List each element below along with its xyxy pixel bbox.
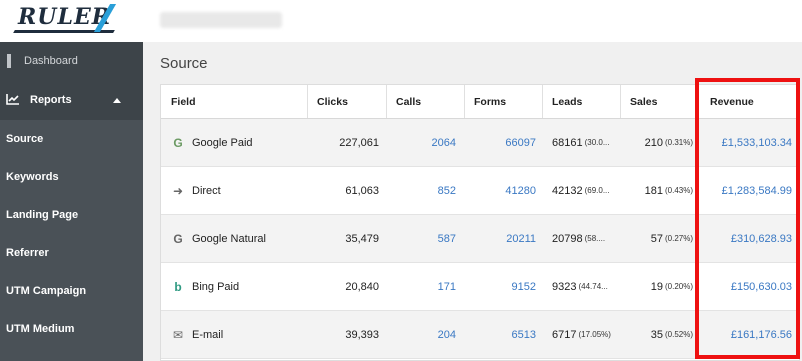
sidebar-item-utm-campaign[interactable]: UTM Campaign [0, 272, 143, 310]
clicks-cell: 39,393 [345, 328, 379, 341]
field-name: Direct [192, 184, 221, 197]
column-header-calls[interactable]: Calls [396, 85, 421, 118]
sales-percent: (0.43%) [664, 186, 693, 195]
leads-value: 9323 [552, 280, 577, 293]
field-name: E-mail [192, 328, 224, 341]
chevron-up-icon [113, 98, 121, 103]
field-name: Google Natural [192, 232, 266, 245]
sidebar-item-label: Referrer [6, 247, 49, 259]
sales-cell: 19 (0.20%) [620, 263, 693, 310]
sales-percent: (0.31%) [664, 138, 693, 147]
calls-link[interactable]: 171 [386, 263, 456, 310]
sales-value: 57 [650, 232, 663, 245]
clicks-cell: 227,061 [339, 136, 379, 149]
nav-reports-label: Reports [30, 94, 72, 106]
clicks-cell: 35,479 [345, 232, 379, 245]
calls-link[interactable]: 587 [386, 215, 456, 262]
leads-cell: 68161 (30.0... [552, 119, 610, 166]
logo[interactable]: RULER [0, 0, 143, 42]
sidebar-item-referrer[interactable]: Referrer [0, 234, 143, 272]
leads-cell: 9323 (44.74... [552, 263, 608, 310]
field-name: Bing Paid [192, 280, 240, 293]
leads-cell: 42132 (69.0... [552, 167, 610, 214]
sales-cell: 57 (0.27%) [620, 215, 693, 262]
column-divider [307, 85, 308, 118]
forms-link[interactable]: 9152 [464, 263, 536, 310]
nav-reports[interactable]: Reports [0, 80, 143, 120]
column-divider [542, 85, 543, 118]
column-header-clicks[interactable]: Clicks [317, 85, 348, 118]
column-divider [620, 85, 621, 118]
column-header-sales[interactable]: Sales [630, 85, 657, 118]
sales-percent: (0.52%) [664, 330, 693, 339]
column-header-field[interactable]: Field [171, 85, 196, 118]
sidebar-item-label: UTM Campaign [6, 285, 87, 297]
top-bar [143, 0, 802, 42]
column-header-forms[interactable]: Forms [474, 85, 506, 118]
google-icon: G [173, 231, 183, 246]
nav-dashboard[interactable]: Dashboard [0, 42, 143, 80]
sidebar-item-label: Keywords [6, 171, 59, 183]
calls-link[interactable]: 204 [386, 311, 456, 358]
clicks-cell: 61,063 [345, 184, 379, 197]
leads-percent: (44.74... [578, 282, 608, 291]
sales-cell: 181 (0.43%) [620, 167, 693, 214]
direct-arrow-icon: ➜ [172, 183, 184, 198]
calls-link[interactable]: 2064 [386, 119, 456, 166]
field-cell: G Google Paid [171, 119, 253, 166]
sidebar-item-label: Landing Page [6, 209, 79, 221]
forms-link[interactable]: 6513 [464, 311, 536, 358]
sales-percent: (0.27%) [664, 234, 693, 243]
field-cell: ✉ E-mail [171, 311, 223, 358]
dashboard-icon [7, 54, 11, 68]
sales-value: 35 [650, 328, 663, 341]
leads-percent: (69.0... [584, 186, 610, 195]
leads-cell: 6717 (17.05%) [552, 311, 611, 358]
sidebar-item-keywords[interactable]: Keywords [0, 158, 143, 196]
sidebar-item-label: Source [6, 133, 44, 145]
leads-percent: (58.... [584, 234, 606, 243]
blurred-account-name [160, 12, 282, 28]
column-divider [464, 85, 465, 118]
sidebar: RULER Dashboard Reports Source Keywords … [0, 0, 143, 361]
calls-link[interactable]: 852 [386, 167, 456, 214]
google-icon: G [173, 135, 183, 150]
nav-dashboard-label: Dashboard [24, 55, 78, 67]
sidebar-item-label: UTM Medium [6, 323, 75, 335]
revenue-highlight-box [695, 78, 800, 359]
field-cell: G Google Natural [171, 215, 266, 262]
field-cell: ➜ Direct [171, 167, 221, 214]
leads-value: 68161 [552, 136, 583, 149]
leads-percent: (30.0... [584, 138, 610, 147]
page-title: Source [160, 55, 208, 72]
column-header-leads[interactable]: Leads [552, 85, 582, 118]
column-divider [386, 85, 387, 118]
leads-percent: (17.05%) [578, 330, 611, 339]
sales-value: 210 [644, 136, 663, 149]
sales-value: 19 [650, 280, 663, 293]
sales-percent: (0.20%) [664, 282, 693, 291]
sales-cell: 35 (0.52%) [620, 311, 693, 358]
sales-value: 181 [644, 184, 663, 197]
sidebar-item-source[interactable]: Source [0, 120, 143, 158]
sales-cell: 210 (0.31%) [620, 119, 693, 166]
leads-cell: 20798 (58.... [552, 215, 605, 262]
clicks-cell: 20,840 [345, 280, 379, 293]
forms-link[interactable]: 41280 [464, 167, 536, 214]
line-chart-icon [6, 94, 19, 105]
sidebar-item-landing-page[interactable]: Landing Page [0, 196, 143, 234]
email-icon: ✉ [172, 327, 184, 342]
sidebar-item-utm-medium[interactable]: UTM Medium [0, 310, 143, 348]
forms-link[interactable]: 20211 [464, 215, 536, 262]
field-cell: b Bing Paid [171, 263, 239, 310]
forms-link[interactable]: 66097 [464, 119, 536, 166]
leads-value: 6717 [552, 328, 577, 341]
bing-icon: b [174, 279, 182, 294]
leads-value: 42132 [552, 184, 583, 197]
leads-value: 20798 [552, 232, 583, 245]
field-name: Google Paid [192, 136, 253, 149]
